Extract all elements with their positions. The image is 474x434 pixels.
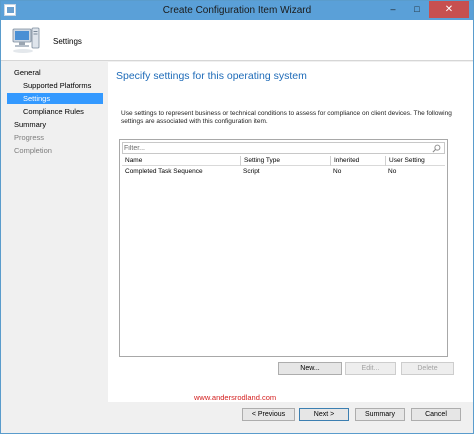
column-header-setting-type[interactable]: Setting Type	[240, 156, 330, 166]
page-title: Specify settings for this operating syst…	[116, 70, 307, 82]
window-controls: – □ ✕	[381, 1, 469, 19]
watermark-text: www.andersrodland.com	[194, 393, 277, 402]
nav-item-completion: Completion	[14, 146, 52, 155]
delete-button[interactable]: Delete	[401, 362, 454, 375]
cancel-button[interactable]: Cancel	[411, 408, 461, 421]
new-button[interactable]: New...	[278, 362, 342, 375]
column-header-name[interactable]: Name	[122, 156, 240, 166]
settings-grid: Name Setting Type Inherited User Setting…	[119, 139, 448, 357]
nav-item-supported-platforms[interactable]: Supported Platforms	[23, 80, 104, 91]
filter-input[interactable]	[124, 143, 424, 153]
nav-item-summary[interactable]: Summary	[14, 119, 104, 130]
summary-button[interactable]: Summary	[355, 408, 405, 421]
filter-box	[122, 142, 445, 154]
cell-user-setting: No	[388, 168, 397, 175]
column-header-user-setting[interactable]: User Setting	[385, 156, 445, 166]
nav-item-compliance-rules[interactable]: Compliance Rules	[23, 106, 104, 117]
nav-item-progress: Progress	[14, 133, 45, 142]
content-panel: Specify settings for this operating syst…	[108, 62, 473, 402]
cell-name: Completed Task Sequence	[125, 168, 203, 175]
column-header-inherited[interactable]: Inherited	[330, 156, 385, 166]
minimize-button[interactable]: –	[381, 1, 405, 18]
computer-icon	[12, 27, 40, 53]
maximize-button[interactable]: □	[405, 1, 429, 18]
nav-item-general[interactable]: General	[14, 67, 104, 78]
wizard-header: Settings	[1, 20, 473, 61]
next-button[interactable]: Next >	[299, 408, 349, 421]
page-description: Use settings to represent business or te…	[121, 110, 452, 125]
cell-setting-type: Script	[243, 168, 260, 175]
table-row[interactable]: Completed Task Sequence Script No No	[122, 167, 445, 177]
cell-inherited: No	[333, 168, 342, 175]
previous-button[interactable]: < Previous	[242, 408, 295, 421]
table-header: Name Setting Type Inherited User Setting	[122, 156, 445, 166]
edit-button[interactable]: Edit...	[345, 362, 396, 375]
title-bar: Create Configuration Item Wizard – □ ✕	[1, 1, 473, 20]
wizard-nav: General Supported Platforms Settings Com…	[1, 62, 107, 402]
search-icon[interactable]	[432, 144, 441, 153]
nav-item-settings[interactable]: Settings	[7, 93, 103, 104]
header-title: Settings	[53, 37, 82, 46]
close-button[interactable]: ✕	[429, 1, 469, 18]
wizard-window: Create Configuration Item Wizard – □ ✕ S…	[0, 0, 474, 434]
